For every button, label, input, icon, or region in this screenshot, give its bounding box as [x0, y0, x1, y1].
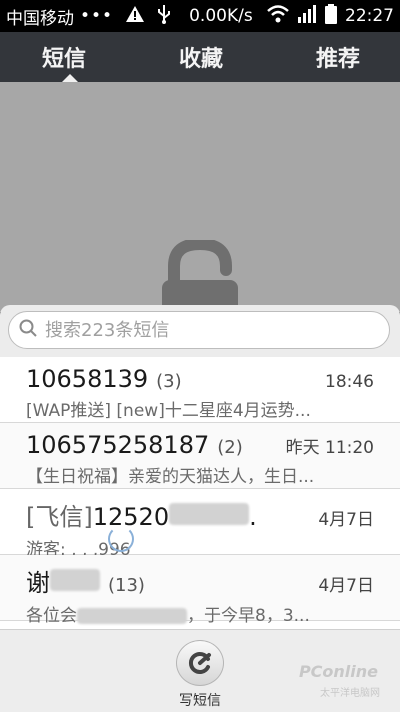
message-preview-row: 各位会 ，于今早8，3...	[26, 601, 374, 626]
message-list: 10658139 (3) 18:46 [WAP推送] [new]十二星座4月运势…	[0, 357, 400, 629]
clock-time: 22:27	[345, 6, 394, 26]
message-time: 4月7日	[318, 576, 374, 596]
wifi-icon	[267, 4, 289, 28]
usb-icon	[157, 4, 171, 29]
watermark-sub: 太平洋电脑网	[320, 688, 380, 699]
compose-label: 写短信	[179, 693, 221, 709]
status-bar: 中国移动 ••• 0.00K/s 22:27	[0, 0, 400, 32]
message-sender: 106575258187	[26, 431, 210, 459]
watermark-brand: PConline	[298, 662, 378, 681]
blurred-text	[50, 569, 100, 591]
message-sender-suffix: .	[249, 503, 257, 531]
search-box[interactable]	[8, 311, 390, 349]
message-row[interactable]: 谢 (13) 4月7日 各位会 ，于今早8，3...	[0, 555, 400, 626]
tab-favorites[interactable]: 收藏	[148, 32, 254, 82]
message-count: (13)	[108, 575, 145, 596]
message-sender: 12520	[92, 503, 170, 531]
loading-spinner	[108, 526, 134, 552]
tab-bar: 短信 收藏 推荐	[0, 32, 400, 82]
tab-recommend[interactable]: 推荐	[254, 32, 400, 82]
search-icon	[19, 319, 37, 341]
message-preview: ，于今早8，3...	[187, 606, 310, 626]
notification-dots: •••	[80, 6, 114, 26]
unlock-icon[interactable]	[162, 237, 238, 312]
message-sender-tag: [飞信]	[26, 503, 93, 531]
message-time: 18:46	[325, 372, 374, 392]
message-sender: 谢	[26, 569, 50, 597]
signal-icon	[297, 4, 317, 28]
carrier-name: 中国移动	[6, 8, 74, 29]
message-preview: [WAP推送] [new]十二星座4月运势...	[26, 401, 311, 421]
warning-icon	[125, 5, 145, 28]
message-preview: 【生日祝福】亲爱的天猫达人，生日...	[26, 467, 315, 487]
tab-messages[interactable]: 短信	[0, 32, 148, 82]
blurred-text	[77, 608, 187, 624]
message-count: (3)	[156, 371, 182, 392]
compose-icon	[176, 640, 224, 686]
network-speed: 0.00K/s	[189, 6, 253, 26]
compose-button[interactable]: 写短信	[166, 640, 234, 710]
message-time: 昨天 11:20	[285, 438, 374, 458]
message-count: (2)	[217, 437, 243, 458]
search-bar	[0, 305, 400, 357]
message-row[interactable]: 106575258187 (2) 昨天 11:20 【生日祝福】亲爱的天猫达人，…	[0, 423, 400, 489]
message-time: 4月7日	[318, 510, 374, 530]
message-preview-prefix: 各位会	[26, 606, 77, 626]
message-sender: 10658139	[26, 365, 149, 393]
private-messages-area[interactable]	[0, 82, 400, 312]
blurred-text	[169, 503, 250, 525]
search-input[interactable]	[43, 318, 367, 342]
message-row[interactable]: 10658139 (3) 18:46 [WAP推送] [new]十二星座4月运势…	[0, 357, 400, 423]
battery-icon	[325, 3, 337, 29]
message-row[interactable]: [飞信] 12520 . 4月7日 游客: , , ,996	[0, 489, 400, 560]
